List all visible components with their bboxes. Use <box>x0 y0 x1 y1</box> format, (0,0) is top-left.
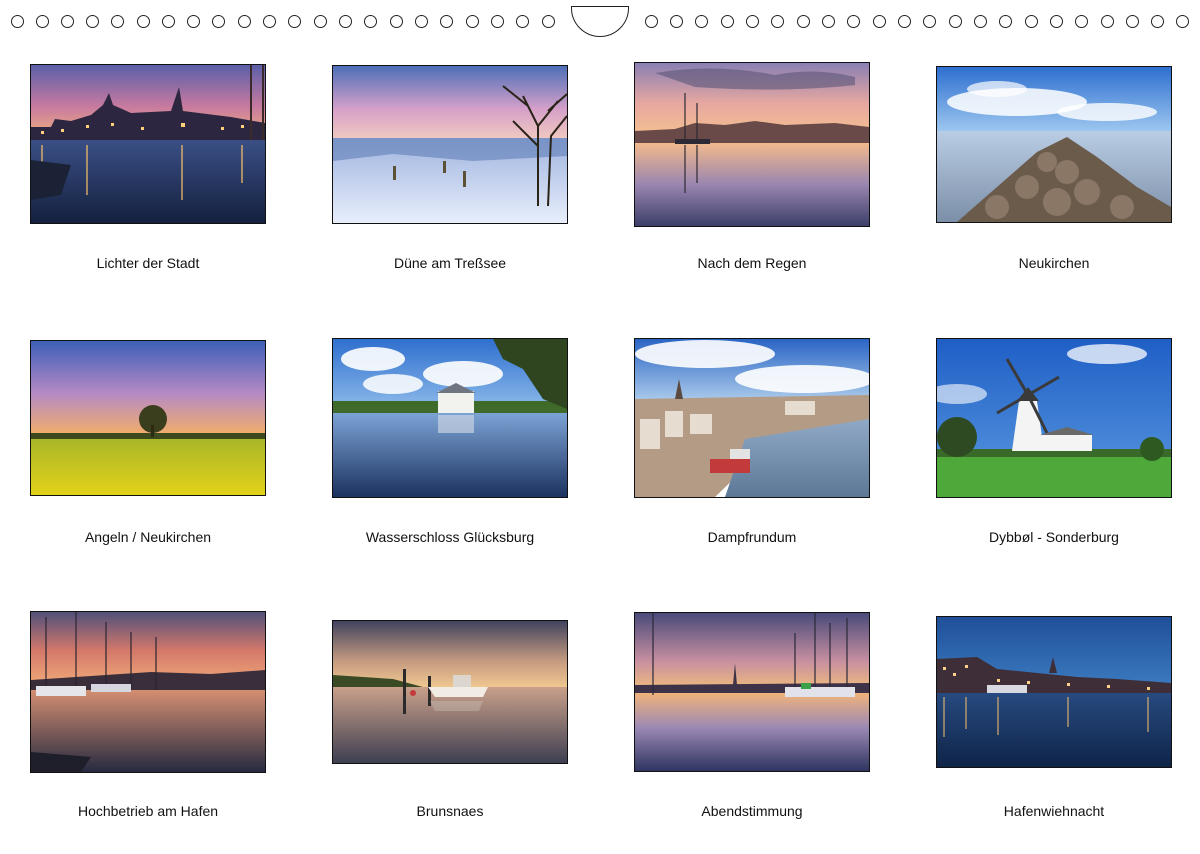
caption-brunsnaes: Brunsnaes <box>416 803 484 819</box>
photo-dybboel-sonderburg <box>936 338 1172 498</box>
photo-dampfrundum <box>634 338 870 498</box>
binding-hole <box>999 15 1012 28</box>
binding-hole <box>516 15 529 28</box>
binding-hole <box>898 15 911 28</box>
spiral-binding <box>0 0 1200 40</box>
binding-hole <box>440 15 453 28</box>
binding-hole <box>949 15 962 28</box>
binding-hole <box>695 15 708 28</box>
photo-lichter-der-stadt <box>30 64 266 224</box>
photo-hochbetrieb-am-hafen <box>30 611 266 773</box>
binding-hole <box>797 15 810 28</box>
caption-dybboel-sonderburg: Dybbøl - Sonderburg <box>989 529 1119 545</box>
binding-hole <box>111 15 124 28</box>
binding-hole <box>974 15 987 28</box>
caption-abendstimmung: Abendstimmung <box>701 803 803 819</box>
binding-hole <box>137 15 150 28</box>
caption-angeln-neukirchen: Angeln / Neukirchen <box>84 529 212 545</box>
binding-hole <box>1101 15 1114 28</box>
binding-hole <box>238 15 251 28</box>
binding-hole <box>1075 15 1088 28</box>
binding-hole <box>263 15 276 28</box>
caption-wasserschloss-gluecksburg: Wasserschloss Glücksburg <box>365 529 535 545</box>
caption-hochbetrieb-am-hafen: Hochbetrieb am Hafen <box>77 803 219 819</box>
photo-neukirchen <box>936 66 1172 223</box>
photo-angeln-neukirchen <box>30 340 266 496</box>
binding-hole <box>86 15 99 28</box>
caption-nach-dem-regen: Nach dem Regen <box>697 255 807 271</box>
binding-hole <box>187 15 200 28</box>
binding-hole <box>1151 15 1164 28</box>
binding-hole <box>1025 15 1038 28</box>
binding-hole <box>542 15 555 28</box>
binding-hole <box>364 15 377 28</box>
binding-hole <box>822 15 835 28</box>
photo-hafenwiehnacht <box>936 616 1172 768</box>
binding-hole <box>670 15 683 28</box>
binding-hole <box>415 15 428 28</box>
photo-brunsnaes <box>332 620 568 764</box>
caption-duene-am-tresssee: Düne am Treßsee <box>393 255 507 271</box>
binding-hole <box>390 15 403 28</box>
caption-dampfrundum: Dampfrundum <box>707 529 797 545</box>
binding-hole <box>162 15 175 28</box>
binding-hole <box>771 15 784 28</box>
caption-neukirchen: Neukirchen <box>1018 255 1090 271</box>
photo-abendstimmung <box>634 612 870 772</box>
caption-hafenwiehnacht: Hafenwiehnacht <box>1003 803 1105 819</box>
binding-hole <box>314 15 327 28</box>
binding-hole <box>466 15 479 28</box>
binding-hole <box>1176 15 1189 28</box>
binding-hole <box>923 15 936 28</box>
binding-hole <box>339 15 352 28</box>
binding-hole <box>847 15 860 28</box>
binding-hole <box>1050 15 1063 28</box>
binding-hole <box>61 15 74 28</box>
photo-duene-am-tresssee <box>332 65 568 224</box>
binding-hole <box>746 15 759 28</box>
caption-lichter-der-stadt: Lichter der Stadt <box>96 255 200 271</box>
hanger-cutout <box>571 6 629 37</box>
binding-hole <box>36 15 49 28</box>
binding-hole <box>288 15 301 28</box>
binding-hole <box>1126 15 1139 28</box>
binding-hole <box>212 15 225 28</box>
photo-nach-dem-regen <box>634 62 870 227</box>
binding-hole <box>873 15 886 28</box>
binding-hole <box>645 15 658 28</box>
photo-wasserschloss-gluecksburg <box>332 338 568 498</box>
binding-hole <box>721 15 734 28</box>
binding-hole <box>491 15 504 28</box>
binding-hole <box>11 15 24 28</box>
